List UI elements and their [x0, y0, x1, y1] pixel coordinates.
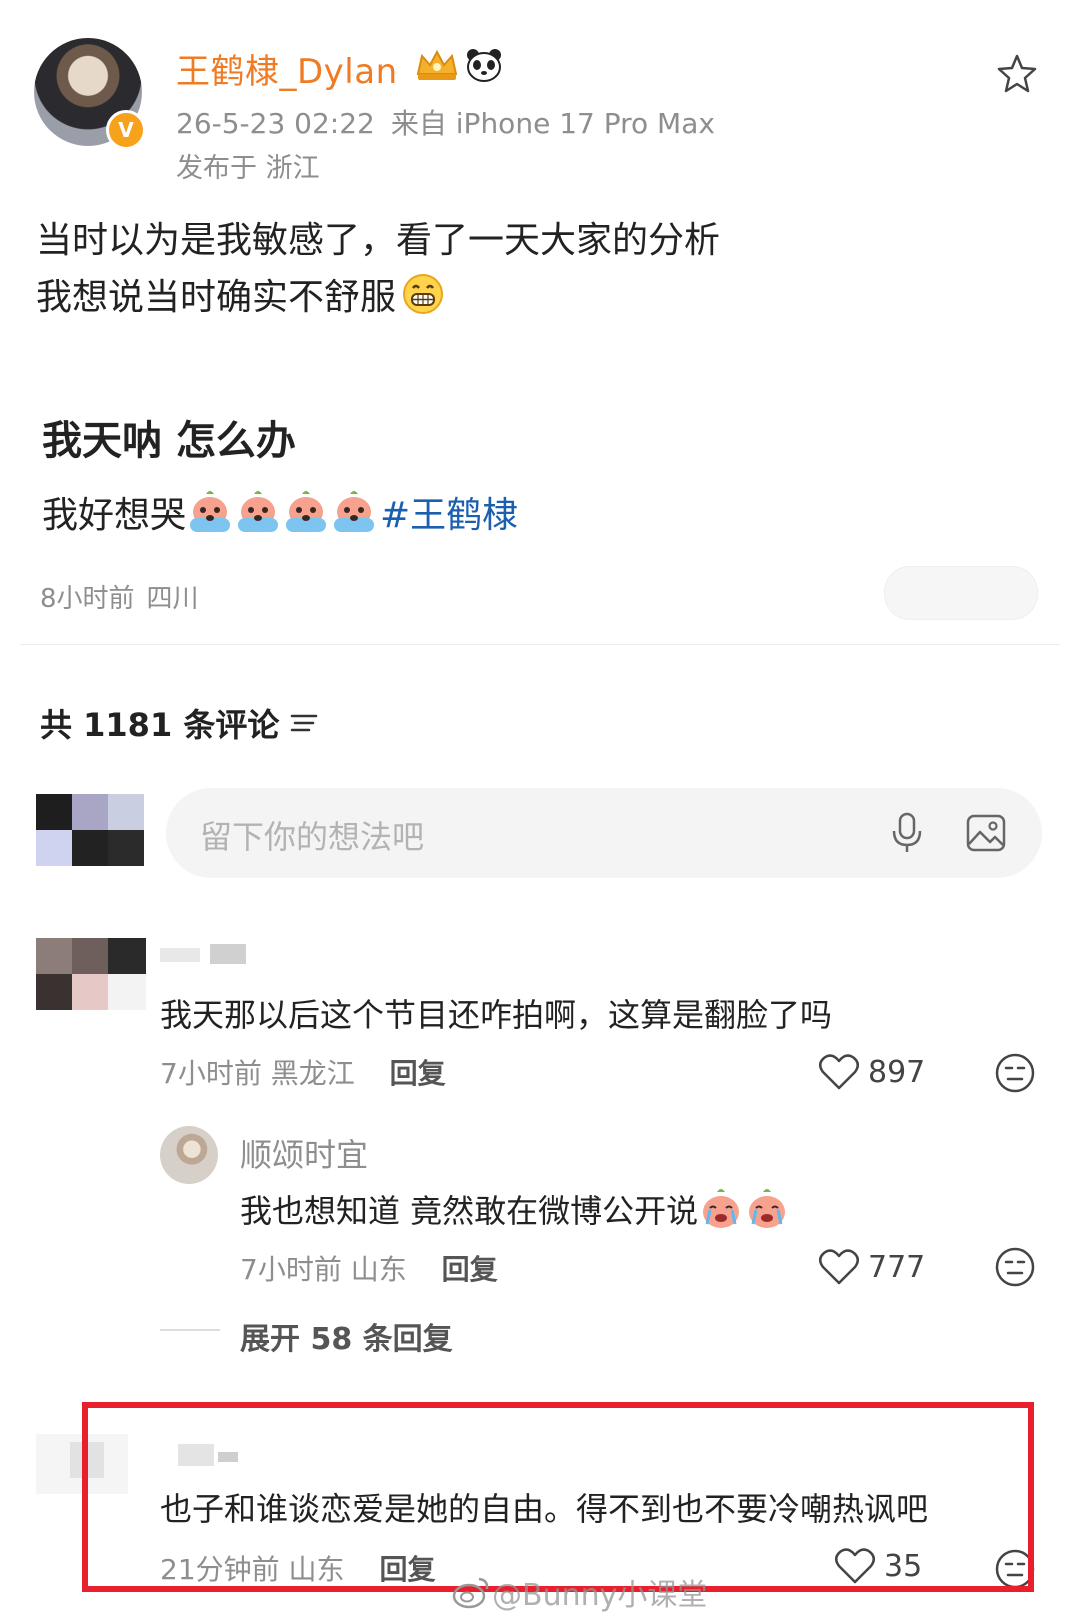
dislike-face-icon[interactable] [994, 1246, 1036, 1288]
sobbing-emoji-icon [703, 1189, 740, 1228]
microphone-icon[interactable] [888, 811, 926, 855]
sobbing-emoji-icon [749, 1189, 786, 1228]
post-body-line: 我想说当时确实不舒服 [36, 269, 720, 326]
crown-badge-icon [416, 49, 458, 80]
comment-meta: 7小时前 黑龙江 回复 [160, 1052, 446, 1092]
hashtag-link[interactable]: #王鹤棣 [380, 486, 518, 538]
crying-emoji-icon [286, 491, 327, 532]
reply-username[interactable]: 顺颂时宜 [240, 1130, 368, 1176]
grin-emoji-icon [403, 274, 444, 314]
reply-text: 我也想知道 竟然敢在微博公开说 [240, 1192, 699, 1230]
like-button[interactable]: 897 [818, 1052, 925, 1092]
expand-replies-button[interactable]: 展开 58 条回复 [240, 1314, 453, 1358]
like-count: 777 [868, 1249, 926, 1285]
my-avatar[interactable] [36, 794, 144, 866]
comment-count: 共 1181 条评论 [40, 706, 280, 744]
image-upload-icon[interactable] [965, 812, 1007, 854]
comment-count-header: 共 1181 条评论 [40, 700, 319, 746]
star-icon[interactable] [995, 52, 1039, 96]
reply-location: 山东 [350, 1253, 407, 1286]
watermark-text: @Bunny小课堂 [492, 1578, 708, 1613]
comment-time: 7小时前 [160, 1057, 262, 1090]
watermark: @Bunny小课堂 [452, 1570, 707, 1614]
commenter-avatar[interactable] [36, 938, 146, 1010]
divider [20, 644, 1060, 645]
post-body-text: 我想说当时确实不舒服 [36, 277, 397, 318]
crying-emoji-icon [238, 491, 279, 532]
heart-icon[interactable] [818, 1247, 860, 1287]
reply-meta: 7小时前 山东 回复 [240, 1248, 498, 1288]
post-published-location: 发布于 浙江 [176, 153, 320, 184]
post-source: 来自 iPhone 17 Pro Max [390, 107, 715, 140]
reply-text-line: 我也想知道 竟然敢在微博公开说 [240, 1186, 790, 1232]
reply-time: 7小时前 [240, 1253, 342, 1286]
like-button[interactable]: 777 [818, 1247, 925, 1287]
panda-badge-icon [467, 49, 501, 82]
post-body: 当时以为是我敏感了，看了一天大家的分析 我想说当时确实不舒服 [36, 212, 720, 326]
reply-button[interactable]: 回复 [442, 1253, 498, 1286]
repost-location: 四川 [146, 584, 199, 614]
dislike-face-icon[interactable] [994, 1052, 1036, 1094]
expand-divider [160, 1329, 220, 1331]
like-count: 897 [868, 1054, 926, 1090]
reply-avatar[interactable] [160, 1126, 218, 1184]
crying-emoji-icon [190, 491, 231, 532]
post-date: 26-5-23 02:22 [176, 107, 375, 140]
repost-meta: 8小时前 四川 [40, 578, 199, 615]
red-highlight-frame [82, 1402, 1034, 1592]
verified-badge-icon: V [106, 110, 146, 150]
reply-button[interactable]: 回复 [390, 1057, 446, 1090]
comment-input-placeholder[interactable]: 留下你的想法吧 [200, 812, 424, 858]
weibo-logo-icon [452, 1577, 489, 1609]
repost-text-line: 我好想哭 #王鹤棣 [42, 486, 518, 538]
post-body-line: 当时以为是我敏感了，看了一天大家的分析 [36, 220, 721, 261]
repost-text: 我好想哭 [42, 495, 187, 536]
comment-location: 黑龙江 [270, 1057, 355, 1090]
repost-title: 我天呐 怎么办 [42, 418, 296, 464]
crying-emoji-icon [334, 491, 375, 532]
blurred-username[interactable] [160, 944, 250, 964]
blurred-action-button[interactable] [884, 566, 1038, 620]
comment-text: 我天那以后这个节目还咋拍啊，这算是翻脸了吗 [160, 996, 833, 1034]
heart-icon[interactable] [818, 1052, 860, 1092]
post-meta: 26-5-23 02:22 来自 iPhone 17 Pro Max [176, 102, 715, 142]
sort-icon[interactable] [289, 709, 319, 737]
author-name[interactable]: 王鹤棣_Dylan [176, 44, 398, 93]
repost-time: 8小时前 [40, 584, 135, 614]
